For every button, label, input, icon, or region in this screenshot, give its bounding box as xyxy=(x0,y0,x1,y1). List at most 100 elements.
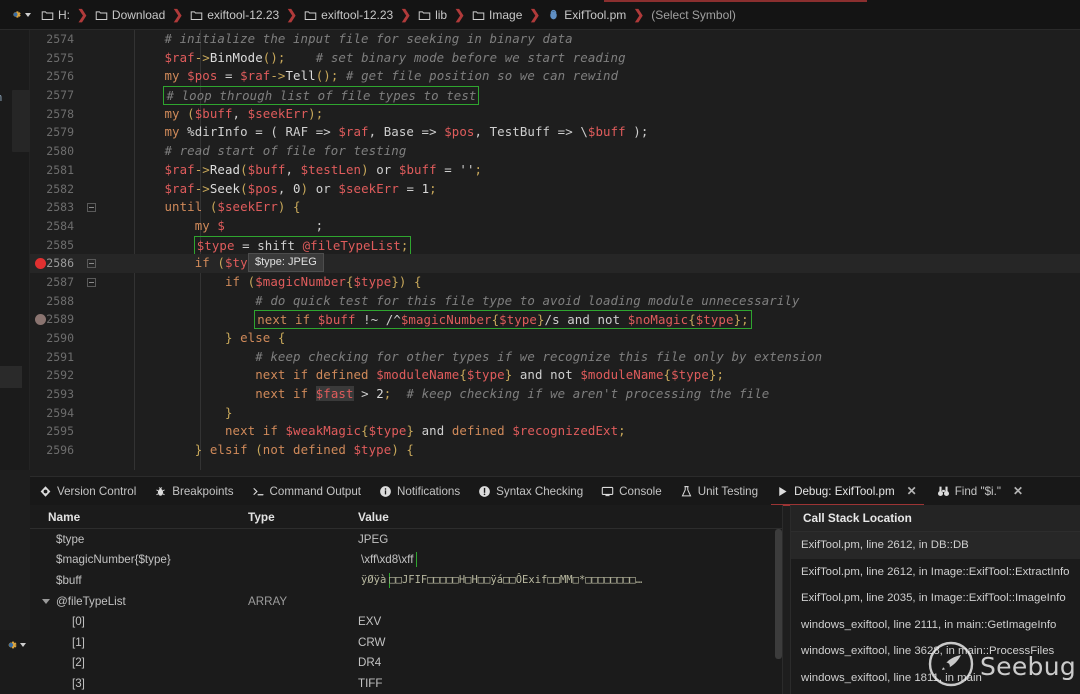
line-number[interactable]: 2585 xyxy=(30,236,82,255)
breadcrumb-item-lib[interactable]: lib xyxy=(415,8,450,22)
breadcrumb-item-h-[interactable]: H: xyxy=(38,8,73,22)
code-line[interactable]: 2581 $raf->Read($buff, $testLen) or $buf… xyxy=(30,161,1080,180)
call-stack-row[interactable]: windows_exiftool, line 1811, in main xyxy=(791,665,1080,692)
code-line[interactable]: 2580 # read start of file for testing xyxy=(30,142,1080,161)
variable-row[interactable]: @fileTypeList ARRAY xyxy=(30,591,782,612)
code-line[interactable]: 2579 my %dirInfo = ( RAF => $raf, Base =… xyxy=(30,123,1080,142)
code-line[interactable]: 2575 $raf->BinMode(); # set binary mode … xyxy=(30,49,1080,68)
fold-gutter[interactable] xyxy=(82,348,104,367)
fold-gutter[interactable] xyxy=(82,441,104,460)
fold-gutter[interactable] xyxy=(82,310,104,329)
expand-collapse-icon[interactable] xyxy=(42,598,50,604)
variable-row[interactable]: [2] DR4 xyxy=(30,653,782,674)
code-line[interactable]: 2585 $type = shift @fileTypeList; xyxy=(30,235,1080,255)
line-number[interactable]: 2591 xyxy=(30,348,82,367)
line-number[interactable]: 2593 xyxy=(30,385,82,404)
line-number[interactable]: 2592 xyxy=(30,366,82,385)
line-number[interactable]: 2588 xyxy=(30,292,82,311)
line-number[interactable]: 2580 xyxy=(30,142,82,161)
fold-gutter[interactable] xyxy=(82,404,104,423)
line-number[interactable]: 2595 xyxy=(30,422,82,441)
breadcrumb-item-exiftool-pm[interactable]: ExifTool.pm xyxy=(544,8,629,22)
code-line[interactable]: 2593 next if $fast > 2; # keep checking … xyxy=(30,385,1080,404)
fold-gutter[interactable] xyxy=(82,142,104,161)
breadcrumb-item-exiftool-12-23[interactable]: exiftool-12.23 xyxy=(187,8,282,22)
line-number[interactable]: 2574 xyxy=(30,30,82,49)
tab-command-output[interactable]: Command Output xyxy=(243,477,371,506)
fold-gutter[interactable] xyxy=(82,292,104,311)
tab-console[interactable]: Console xyxy=(592,477,671,506)
fold-gutter[interactable] xyxy=(82,198,104,217)
line-number[interactable]: 2577 xyxy=(30,86,82,105)
variable-row[interactable]: [1] CRW xyxy=(30,632,782,653)
call-stack-row[interactable]: ExifTool.pm, line 2612, in Image::ExifTo… xyxy=(791,559,1080,586)
code-line[interactable]: 2574 # initialize the input file for see… xyxy=(30,30,1080,49)
line-number[interactable]: 2590 xyxy=(30,329,82,348)
variable-row[interactable]: [3] TIFF xyxy=(30,673,782,694)
line-number[interactable]: 2589 xyxy=(30,310,82,329)
code-line[interactable]: 2582 $raf->Seek($pos, 0) or $seekErr = 1… xyxy=(30,180,1080,199)
fold-gutter[interactable] xyxy=(82,86,104,105)
fold-gutter[interactable] xyxy=(82,161,104,180)
line-number[interactable]: 2582 xyxy=(30,180,82,199)
line-number[interactable]: 2578 xyxy=(30,105,82,124)
variable-row[interactable]: $buff ÿØÿà □□JFIF□□□□□H□H□□ÿá□□ÔExif□□MM□*… xyxy=(30,570,782,591)
variables-scrollbar[interactable] xyxy=(775,529,782,659)
bottom-settings-gear-button[interactable] xyxy=(4,638,26,651)
breadcrumb-item-image[interactable]: Image xyxy=(469,8,525,22)
code-line[interactable]: 2594 } xyxy=(30,404,1080,423)
breakpoint-marker[interactable] xyxy=(35,258,46,270)
variable-row[interactable]: $type JPEG xyxy=(30,529,782,550)
code-line[interactable]: 2578 my ($buff, $seekErr); xyxy=(30,105,1080,124)
fold-gutter[interactable] xyxy=(82,254,104,273)
settings-gear-button[interactable] xyxy=(0,8,38,21)
breadcrumb-item-exiftool-12-23[interactable]: exiftool-12.23 xyxy=(301,8,396,22)
code-line[interactable]: 2588 # do quick test for this file type … xyxy=(30,292,1080,311)
fold-toggle-icon[interactable] xyxy=(87,203,96,213)
close-icon[interactable]: ✕ xyxy=(1006,484,1025,498)
line-number[interactable]: 2587 xyxy=(30,273,82,292)
tab-debug-exiftool-pm[interactable]: Debug: ExifTool.pm ✕ xyxy=(767,477,928,506)
code-line[interactable]: 2576 my $pos = $raf->Tell(); # get file … xyxy=(30,67,1080,86)
fold-toggle-icon[interactable] xyxy=(87,259,96,269)
tab-version-control[interactable]: Version Control xyxy=(30,477,145,506)
fold-gutter[interactable] xyxy=(82,422,104,441)
fold-gutter[interactable] xyxy=(82,329,104,348)
fold-gutter[interactable] xyxy=(82,123,104,142)
call-stack-row[interactable]: windows_exiftool, line 3628, in main::Pr… xyxy=(791,638,1080,665)
line-number[interactable]: 2581 xyxy=(30,161,82,180)
code-line[interactable]: 2586 if ($type) { xyxy=(30,254,1080,273)
tab-breakpoints[interactable]: Breakpoints xyxy=(145,477,242,506)
code-line[interactable]: 2589 next if $buff !~ /^$magicNumber{$ty… xyxy=(30,310,1080,330)
line-number[interactable]: 2583 xyxy=(30,198,82,217)
code-line[interactable]: 2583 until ($seekErr) { xyxy=(30,198,1080,217)
fold-gutter[interactable] xyxy=(82,105,104,124)
fold-gutter[interactable] xyxy=(82,217,104,236)
fold-gutter[interactable] xyxy=(82,236,104,255)
variable-row[interactable]: [0] EXV xyxy=(30,611,782,632)
code-line[interactable]: 2595 next if $weakMagic{$type} and defin… xyxy=(30,422,1080,441)
close-icon[interactable]: ✕ xyxy=(900,484,919,498)
tab-find-i[interactable]: Find "$i." ✕ xyxy=(928,477,1034,506)
code-line[interactable]: 2587 if ($magicNumber{$type}) { xyxy=(30,273,1080,292)
symbol-selector[interactable]: (Select Symbol) xyxy=(648,8,739,22)
fold-toggle-icon[interactable] xyxy=(87,277,96,287)
line-number[interactable]: 2576 xyxy=(30,67,82,86)
line-number[interactable]: 2575 xyxy=(30,49,82,68)
code-editor[interactable]: 2574 # initialize the input file for see… xyxy=(30,30,1080,470)
variable-row[interactable]: $magicNumber{$type} \xff\xd8\xff xyxy=(30,550,782,571)
code-line[interactable]: 2584 my $ ; xyxy=(30,217,1080,236)
fold-gutter[interactable] xyxy=(82,385,104,404)
tab-syntax-checking[interactable]: Syntax Checking xyxy=(469,477,592,506)
fold-gutter[interactable] xyxy=(82,273,104,292)
call-stack-row[interactable]: ExifTool.pm, line 2612, in DB::DB xyxy=(791,532,1080,559)
tab-unit-testing[interactable]: Unit Testing xyxy=(671,477,767,506)
panel-divider[interactable] xyxy=(782,505,783,694)
fold-gutter[interactable] xyxy=(82,49,104,68)
code-line[interactable]: 2577 # loop through list of file types t… xyxy=(30,86,1080,106)
line-number[interactable]: 2594 xyxy=(30,404,82,423)
line-number[interactable]: 2586 xyxy=(30,254,82,273)
fold-gutter[interactable] xyxy=(82,366,104,385)
line-number[interactable]: 2579 xyxy=(30,123,82,142)
fold-gutter[interactable] xyxy=(82,67,104,86)
